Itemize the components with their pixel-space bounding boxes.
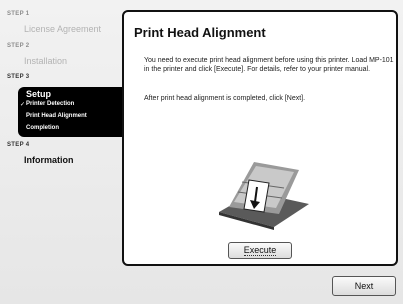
next-button[interactable]: Next	[332, 276, 396, 296]
next-instruction-text: After print head alignment is completed,…	[144, 95, 306, 102]
content-panel: Print Head Alignment You need to execute…	[122, 10, 398, 266]
step-2-title: Installation	[24, 56, 68, 66]
step-2-label: STEP 2	[7, 43, 30, 49]
step-3-label: STEP 3	[7, 74, 30, 80]
substep-print-head-alignment: Print Head Alignment	[26, 113, 87, 119]
installer-window: STEP 1 License Agreement STEP 2 Installa…	[0, 0, 403, 304]
check-icon: ✓	[20, 102, 26, 108]
steps-sidebar: STEP 1 License Agreement STEP 2 Installa…	[0, 0, 122, 275]
step-4-title: Information	[24, 155, 74, 165]
page-title: Print Head Alignment	[134, 25, 266, 40]
substep-printer-detection: Printer Detection	[26, 101, 75, 107]
step-3-title: Setup	[26, 89, 52, 99]
execute-button-label: Execute	[243, 245, 277, 256]
instruction-text: You need to execute print head alignment…	[144, 57, 394, 73]
substep-completion: Completion	[26, 125, 59, 131]
printer-paper-loading-icon	[214, 152, 314, 232]
step-4-label: STEP 4	[7, 142, 30, 148]
step-3-active-box: Setup ✓ Printer Detection Print Head Ali…	[18, 87, 122, 137]
step-1-title: License Agreement	[24, 24, 102, 34]
next-button-label: Next	[354, 281, 374, 291]
execute-button[interactable]: Execute	[228, 242, 292, 259]
step-1-label: STEP 1	[7, 11, 30, 17]
